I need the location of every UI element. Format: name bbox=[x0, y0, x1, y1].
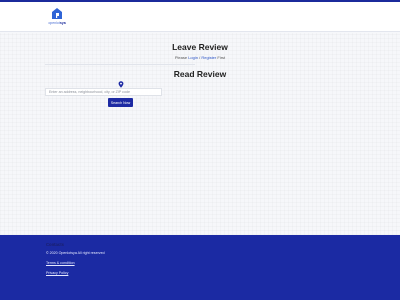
read-review-title: Read Review bbox=[173, 69, 227, 79]
footer-contacts-heading: Contacts bbox=[46, 242, 64, 247]
leave-review-title: Leave Review bbox=[172, 42, 228, 52]
site-logo[interactable]: openlotsya bbox=[45, 7, 69, 31]
login-prompt: Please Login / Register First bbox=[174, 55, 226, 60]
house-logo-icon bbox=[52, 8, 62, 19]
logo-text: openlotsya bbox=[48, 21, 66, 25]
login-link[interactable]: Login bbox=[188, 55, 198, 60]
register-link[interactable]: Register bbox=[201, 55, 216, 60]
map-pin-icon bbox=[118, 81, 124, 88]
footer-privacy-link[interactable]: Privacy Policy bbox=[46, 271, 68, 275]
footer-copyright: © 2020 Openlotsya All right reserved bbox=[46, 251, 105, 255]
section-divider bbox=[45, 64, 195, 65]
footer-terms-link[interactable]: Terms & condition bbox=[46, 261, 75, 265]
address-search-input[interactable] bbox=[45, 88, 162, 96]
search-now-button[interactable]: Search Now bbox=[108, 98, 133, 107]
site-header: openlotsya bbox=[0, 2, 400, 32]
